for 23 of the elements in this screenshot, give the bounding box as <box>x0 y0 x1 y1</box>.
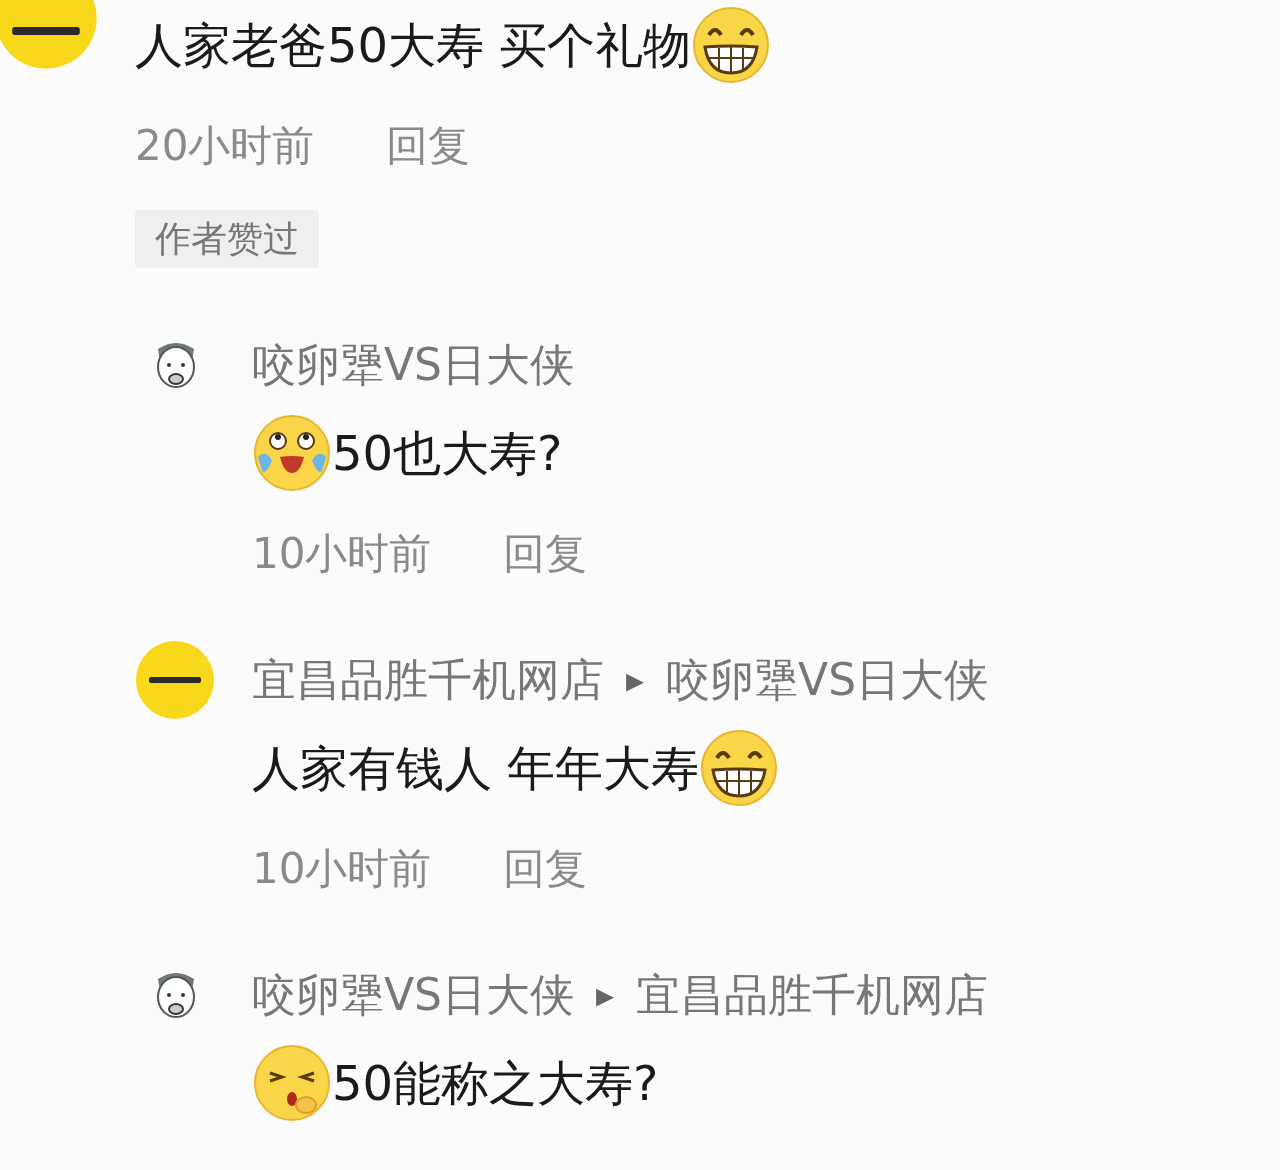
grin-emoji-icon <box>691 5 772 85</box>
reply-arrow: ▸ <box>626 658 645 702</box>
timestamp: 10小时前 <box>252 527 432 580</box>
timestamp: 20小时前 <box>135 119 315 172</box>
reply-button[interactable]: 回复 <box>503 521 588 585</box>
username[interactable]: 宜昌品胜千机网店 <box>636 962 989 1028</box>
timestamp: 10小时前 <box>252 842 432 895</box>
username[interactable]: 咬卵犟VS日大侠 <box>252 332 575 398</box>
author-liked-badge: 作者赞过 <box>135 210 319 268</box>
comment-text: 人家老爸50大寿 买个礼物 <box>135 16 692 75</box>
username[interactable]: 宜昌品胜千机网店 <box>252 647 604 713</box>
comment-text: 50也大寿? <box>332 424 563 483</box>
reply-arrow: ▸ <box>596 973 615 1017</box>
username[interactable]: 咬卵犟VS日大侠 <box>252 962 575 1028</box>
grin-emoji-icon <box>699 728 780 808</box>
reply-button[interactable]: 回复 <box>386 113 471 177</box>
avatar[interactable] <box>135 640 215 720</box>
comment-text: 50能称之大寿? <box>332 1054 659 1113</box>
reply-button[interactable]: 回复 <box>503 836 588 900</box>
wincing-emoji-icon <box>252 1043 332 1123</box>
crying-laughing-emoji-icon <box>252 413 332 493</box>
username[interactable]: 咬卵犟VS日大侠 <box>666 647 989 713</box>
comment-text: 人家有钱人 年年大寿 <box>252 739 700 798</box>
